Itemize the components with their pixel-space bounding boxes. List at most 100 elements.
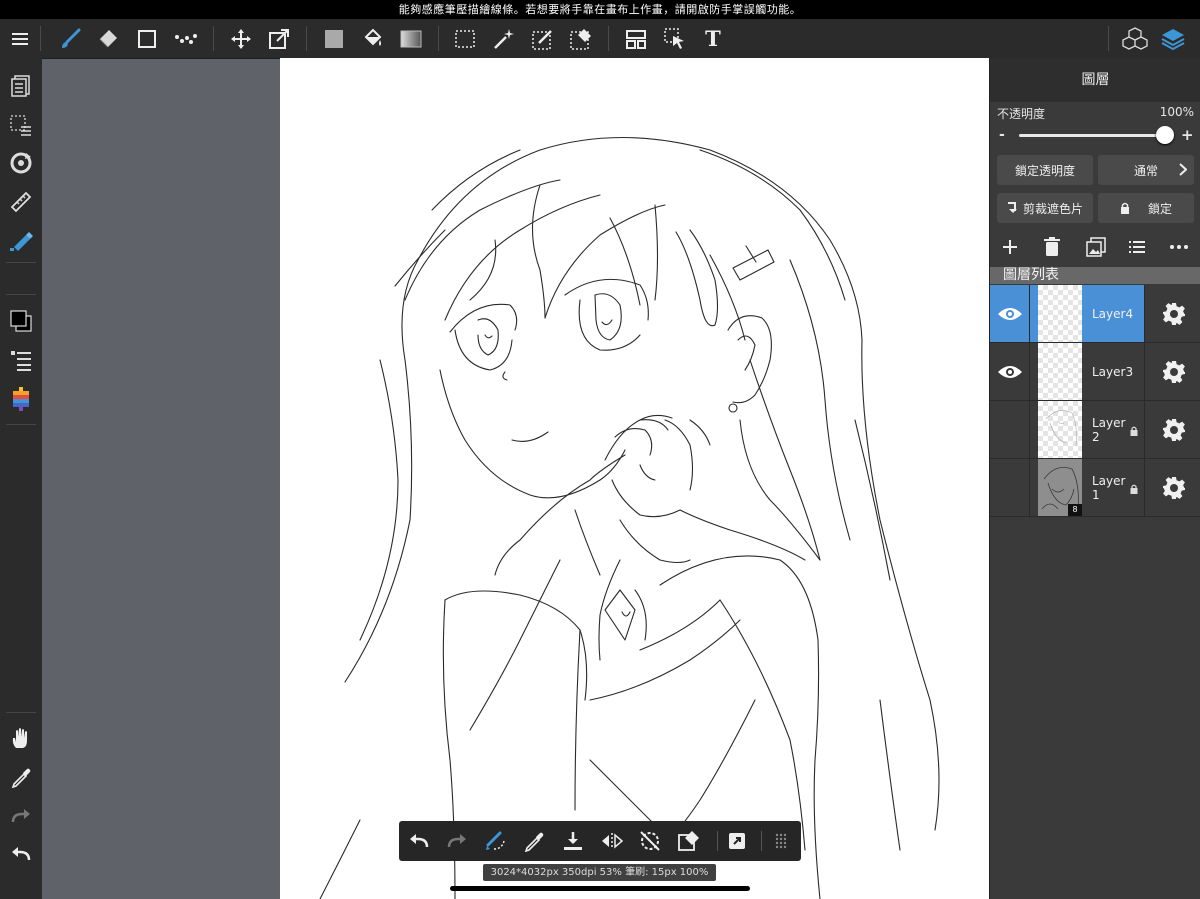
opacity-slider-thumb[interactable]: [1156, 126, 1174, 144]
layer-list-options-icon[interactable]: [1128, 237, 1146, 257]
gradient-icon[interactable]: [393, 19, 429, 58]
layer-image-icon[interactable]: [1086, 237, 1106, 257]
separator: [6, 712, 36, 713]
separator: [6, 424, 36, 425]
opacity-slider-track[interactable]: [1019, 134, 1165, 137]
selection-list-icon[interactable]: [0, 106, 42, 144]
lock-icon: [1130, 426, 1138, 436]
separator: [1108, 26, 1109, 51]
magic-wand-icon[interactable]: [486, 19, 522, 58]
brush-list-icon[interactable]: [0, 341, 42, 379]
visibility-eye-icon[interactable]: [990, 343, 1030, 400]
lock-alpha-label: 鎖定透明度: [1014, 163, 1075, 178]
layer-thumbnail: 8: [1038, 459, 1082, 516]
opacity-label: 不透明度: [997, 107, 1046, 121]
materials-icon[interactable]: [1117, 19, 1153, 58]
visibility-toggle[interactable]: [990, 459, 1030, 516]
separator: [306, 26, 307, 51]
layer-row[interactable]: Layer3: [990, 343, 1200, 401]
canvas-info: 3024*4032px 350dpi 53% 筆刷: 15px 100%: [483, 864, 716, 881]
transform-icon[interactable]: [261, 19, 297, 58]
select-rect-icon[interactable]: [447, 19, 483, 58]
undo-icon[interactable]: [0, 835, 42, 873]
blend-mode-button[interactable]: 通常: [1098, 155, 1194, 185]
layer-row[interactable]: Layer 2: [990, 401, 1200, 459]
redo-icon[interactable]: [438, 821, 476, 861]
layout-icon[interactable]: [618, 19, 654, 58]
separator: [6, 262, 36, 263]
rectangle-icon[interactable]: [129, 19, 165, 58]
bucket-icon[interactable]: [355, 19, 391, 58]
opacity-decrease-button[interactable]: -: [999, 127, 1005, 143]
gear-icon[interactable]: [1144, 343, 1200, 400]
layer-name: Layer4: [1092, 307, 1134, 321]
left-sidebar: [0, 58, 42, 899]
share-icon[interactable]: [718, 821, 756, 861]
menu-icon[interactable]: [2, 19, 38, 58]
delete-layer-icon[interactable]: [1043, 237, 1061, 257]
dot-brush-icon[interactable]: [168, 19, 204, 58]
stabilizer-icon[interactable]: [477, 821, 515, 861]
layer-row[interactable]: Layer4: [990, 285, 1200, 343]
rotate-reset-icon[interactable]: [631, 821, 669, 861]
layer-panel: 圖層 不透明度 100% - + 鎖定透明度 通常 剪裁遮色片 鎖定 圖層列表 …: [989, 58, 1200, 899]
clipping-arrow-icon: [1007, 202, 1017, 214]
hand-icon[interactable]: [0, 719, 42, 757]
lock-icon: [1130, 484, 1138, 494]
save-icon[interactable]: [554, 821, 592, 861]
fill-color-icon[interactable]: [316, 19, 352, 58]
select-pen-icon[interactable]: [525, 19, 561, 58]
layer-badge: 8: [1068, 504, 1082, 516]
eraser-icon[interactable]: [90, 19, 126, 58]
layers-icon[interactable]: [1155, 19, 1191, 58]
redo-icon[interactable]: [0, 797, 42, 835]
layer-list-header: 圖層列表: [990, 267, 1200, 284]
drawing-canvas[interactable]: [280, 58, 989, 899]
status-message: 能夠感應筆壓描繪線條。若想要將手靠在畫布上作畫，請開啟防手掌誤觸功能。: [0, 0, 1200, 19]
eyedropper-icon[interactable]: [515, 821, 553, 861]
panel-title: 圖層: [990, 58, 1200, 102]
add-layer-icon[interactable]: [1000, 237, 1020, 257]
color-icon[interactable]: [0, 302, 42, 340]
visibility-toggle[interactable]: [990, 401, 1030, 458]
brush-icon[interactable]: [52, 19, 88, 58]
layer-thumbnail: [1038, 285, 1082, 342]
home-indicator[interactable]: [450, 886, 750, 891]
separator: [6, 294, 36, 295]
pen-settings-icon[interactable]: [0, 221, 42, 259]
layer-row[interactable]: 8 Layer 1: [990, 459, 1200, 517]
gear-icon[interactable]: [1144, 285, 1200, 342]
more-options-icon[interactable]: [1169, 237, 1189, 257]
layer-name: Layer 1: [1092, 474, 1126, 502]
clipping-label: 剪裁遮色片: [1022, 201, 1083, 216]
lock-label: 鎖定: [1147, 201, 1172, 216]
separator: [40, 26, 41, 51]
separator: [608, 26, 609, 51]
gear-icon[interactable]: [1144, 401, 1200, 458]
layer-thumbnail: [1038, 401, 1082, 458]
opacity-value: 100%: [1159, 105, 1194, 119]
layer-name: Layer3: [1092, 365, 1134, 379]
ruler-icon[interactable]: [0, 183, 42, 221]
gear-icon[interactable]: [1144, 459, 1200, 516]
lock-layer-button[interactable]: 鎖定: [1098, 193, 1194, 223]
grip-icon[interactable]: [762, 821, 800, 861]
blend-mode-label: 通常: [1133, 163, 1158, 178]
visibility-eye-icon[interactable]: [990, 285, 1030, 342]
eraser-toggle-icon[interactable]: [670, 821, 708, 861]
color-palette-icon[interactable]: [0, 380, 42, 418]
layer-list-icon[interactable]: [0, 67, 42, 105]
separator: [438, 26, 439, 51]
lock-alpha-button[interactable]: 鎖定透明度: [997, 155, 1093, 185]
text-icon[interactable]: T: [695, 19, 731, 58]
select-layer-icon[interactable]: [657, 19, 693, 58]
flip-icon[interactable]: [593, 821, 631, 861]
undo-icon[interactable]: [400, 821, 438, 861]
eyedropper-icon[interactable]: [0, 758, 42, 796]
move-icon[interactable]: [223, 19, 259, 58]
lock-icon: [1120, 202, 1130, 214]
clipping-button[interactable]: 剪裁遮色片: [997, 193, 1093, 223]
opacity-increase-button[interactable]: +: [1181, 126, 1194, 144]
select-eraser-icon[interactable]: [563, 19, 599, 58]
rotate-icon[interactable]: [0, 144, 42, 182]
